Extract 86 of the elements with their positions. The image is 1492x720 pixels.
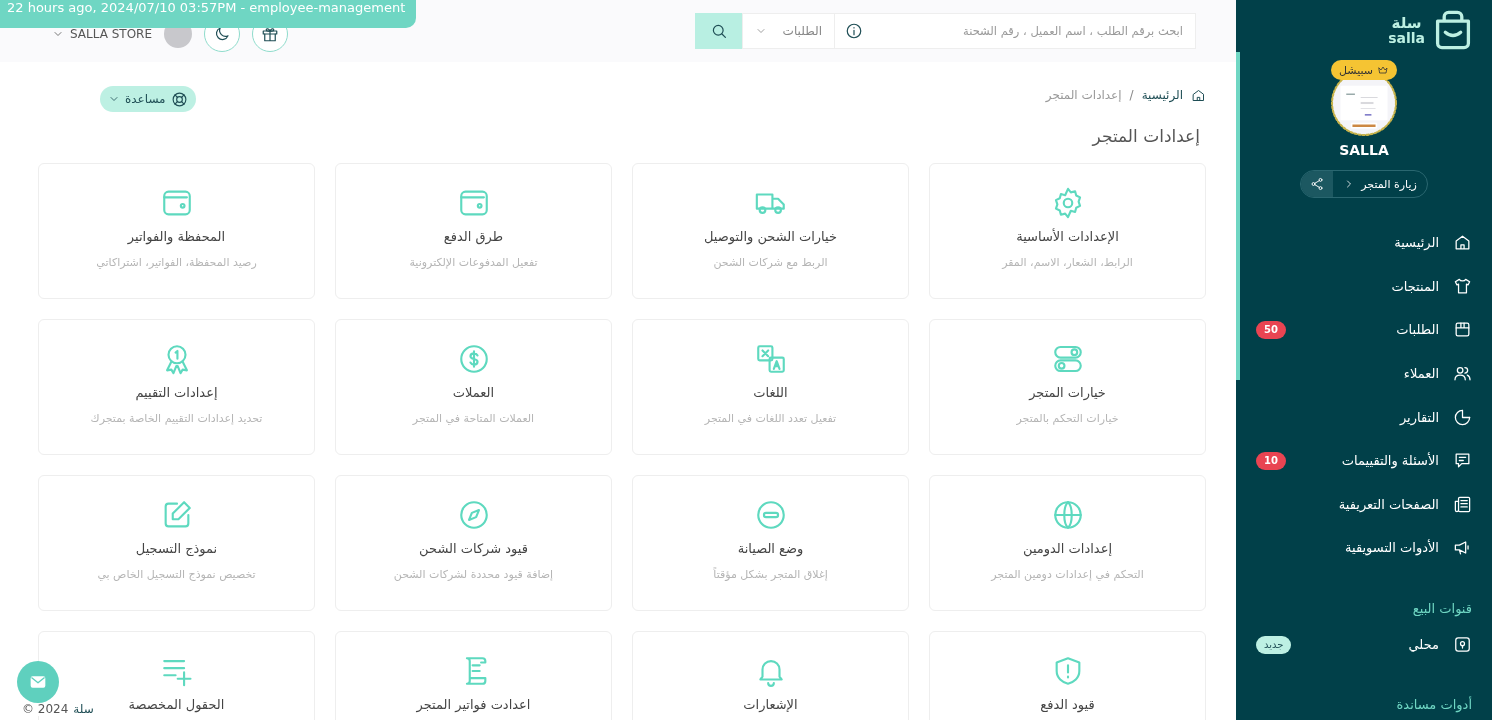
logo-text: salla [1388,30,1425,45]
settings-card[interactable]: اعدادت فواتير المتجر [335,631,612,720]
nav-item[interactable]: المنتجات [1236,264,1492,309]
card-title: الحقول المخصصة [128,697,225,712]
card-description: إضافة قيود محددة لشركات الشحن [393,568,554,581]
card-description: الربط مع شركات الشحن [713,256,828,269]
nav-item[interactable]: الأدوات التسويقية [1236,526,1492,570]
moon-icon [213,25,232,43]
search-field[interactable]: ابحث برقم الطلب ، اسم العميل ، رقم الشحنة [835,13,1196,49]
card-description: التحكم في إعدادات دومين المتجر [991,568,1144,581]
settings-card[interactable]: نموذج التسجيل تخصيص نموذج التسجيل الخاص بي [38,475,315,611]
card-title: اعدادت فواتير المتجر [416,697,531,712]
search-button[interactable] [695,13,742,49]
settings-card[interactable]: الإعدادات الأساسية الرابط، الشعار، الاسم، المقر [929,163,1206,299]
card-description: تفعيل تعدد اللغات في المتجر [704,412,837,425]
card-description: رصيد المحفظة، الفواتير، اشتراكاتي [96,256,257,269]
search-scope-dropdown[interactable]: الطلبات [742,13,835,49]
card-title: وضع الصيانة [737,541,804,556]
card-description: تفعيل المدفوعات الإلكترونية [409,256,538,269]
card-title: اللغات [753,385,788,400]
share-button[interactable] [1301,171,1334,197]
lifebuoy-icon [170,90,188,108]
card-title: العملات [452,385,495,400]
card-title: الإعدادات الأساسية [1016,229,1119,244]
card-title: خيارات الشحن والتوصيل [703,229,838,244]
settings-card[interactable]: المحفظة والفواتير رصيد المحفظة، الفواتير، اشتراكاتي [38,163,315,299]
plan-name: سبيشل [1339,63,1373,77]
card-description: الرابط، الشعار، الاسم، المقر [1002,256,1133,269]
card-title: قيود الدفع [1040,697,1095,712]
settings-card[interactable]: طرق الدفع تفعيل المدفوعات الإلكترونية [335,163,612,299]
settings-card[interactable]: الإشعارات [632,631,909,720]
help-button[interactable]: مساعدة [100,86,196,112]
breadcrumb-link[interactable]: الرئيسية [1141,88,1183,102]
page-title: إعدادات المتجر [1090,126,1200,146]
message-icon [1453,451,1472,471]
brand-link[interactable]: سلة [73,702,94,716]
nav-item[interactable]: التقارير [1236,395,1492,439]
settings-card[interactable]: قيود الدفع [929,631,1206,720]
card-description: تحديد إعدادات التقييم الخاصة بمتجرك [90,412,263,425]
nav-item[interactable]: الصفحات التعريفية [1236,482,1492,527]
gift-icon [261,25,280,43]
card-title: الإشعارات [743,697,798,712]
count-badge: 10 [1256,451,1286,470]
settings-card[interactable]: العملات العملات المتاحة في المتجر [335,319,612,455]
card-title: قيود شركات الشحن [419,541,528,556]
count-badge: 50 [1256,321,1286,339]
share-icon [1310,177,1325,191]
nav-item[interactable]: العملاء [1236,351,1492,396]
home-icon [1191,87,1206,103]
settings-card[interactable]: إعدادات الدومين التحكم في إعدادات دومين المتجر [929,475,1206,611]
settings-card[interactable]: خيارات الشحن والتوصيل الربط مع شركات الشحن [632,163,909,299]
card-description: إغلاق المتجر بشكل مؤقتاً [713,568,828,581]
card-title: إعدادات الدومين [1023,541,1113,556]
settings-card[interactable]: خيارات المتجر خيارات التحكم بالمتجر [929,319,1206,455]
settings-card[interactable]: وضع الصيانة إغلاق المتجر بشكل مؤقتاً [632,475,909,611]
card-title: المحفظة والفواتير [127,229,226,244]
section-heading: قنوات البيع [1411,599,1473,619]
card-description: خيارات التحكم بالمتجر [1016,412,1119,425]
settings-card[interactable]: إعدادات التقييم تحديد إعدادات التقييم الخاصة بمتجرك [38,319,315,455]
crown-icon [1377,64,1389,76]
card-title: إعدادات التقييم [135,385,218,400]
store-name: SALLA [1338,142,1390,158]
card-title: نموذج التسجيل [135,541,218,556]
card-title: طرق الدفع [443,229,504,244]
store-icon [1453,635,1472,655]
shirt-icon [1453,276,1472,296]
store-menu[interactable]: SALLA STORE [52,27,153,41]
breadcrumb-separator: / [1129,88,1134,102]
contact-button[interactable] [17,661,59,703]
info-icon [845,22,863,40]
activity-toast: 22 hours ago, 2024/07/10 03:57PM - employee-management [0,0,417,28]
nav-item[interactable]: محلي جديد [1236,623,1492,666]
settings-card[interactable]: اللغات تفعيل تعدد اللغات في المتجر [632,319,909,455]
card-title: خيارات المتجر [1029,385,1106,400]
search-input[interactable]: ابحث برقم الطلب ، اسم العميل ، رقم الشحنة [871,23,1185,39]
pie-chart-icon [1453,407,1472,427]
section-heading: أدوات مساندة [1395,695,1473,715]
logo-text: سلة [1391,15,1422,31]
settings-card[interactable]: قيود شركات الشحن إضافة قيود محددة لشركات الشحن [335,475,612,611]
nav-item[interactable]: الرئيسية [1236,221,1492,265]
new-badge: جديد [1256,635,1292,654]
card-description: العملات المتاحة في المتجر [412,412,535,425]
card-description: تخصيص نموذج التسجيل الخاص بي [97,568,256,581]
newspaper-icon [1453,494,1472,514]
visit-store-link[interactable]: زيارة المتجر [1333,171,1427,197]
scroll-thumb[interactable] [1236,52,1240,380]
